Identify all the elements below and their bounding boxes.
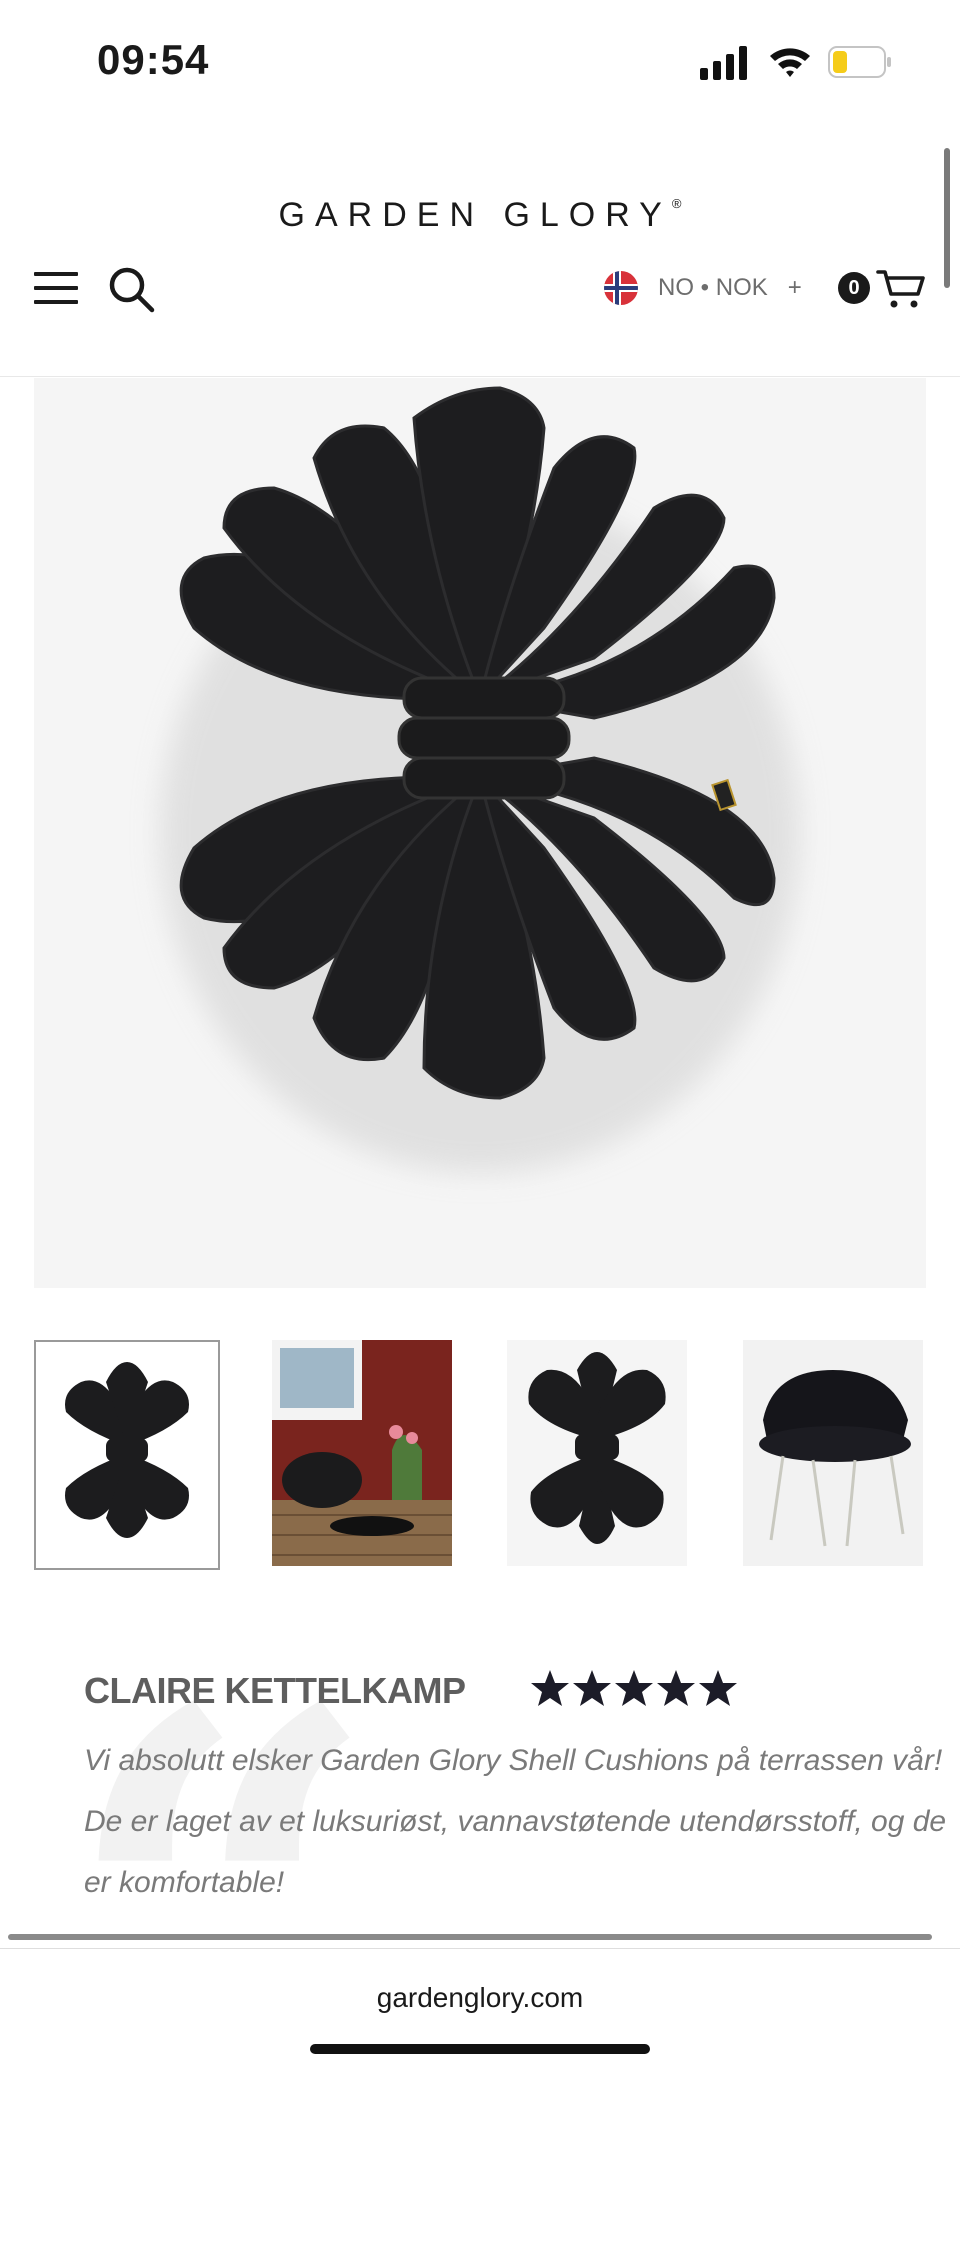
locale-label: NO • NOK [658, 274, 768, 301]
cart-count-badge: 0 [838, 272, 870, 304]
thumbnail-chair [743, 1340, 923, 1566]
locale-selector[interactable]: NO • NOK + [604, 268, 802, 308]
locale-expand-icon[interactable]: + [788, 274, 802, 302]
product-main-image[interactable] [34, 378, 926, 1288]
header-divider [0, 376, 960, 377]
status-time: 09:54 [97, 36, 210, 83]
star-icon [699, 1670, 737, 1706]
product-thumbnail-2[interactable] [272, 1340, 452, 1566]
norway-flag-icon [604, 271, 638, 305]
browser-url[interactable]: gardenglory.com [0, 1982, 960, 2014]
product-thumbnail-4[interactable] [743, 1340, 923, 1566]
quote-mark-icon: “ [60, 1591, 383, 2249]
product-thumbnail-3[interactable] [507, 1340, 687, 1566]
star-icon [615, 1670, 653, 1706]
star-icon [573, 1670, 611, 1706]
shell-cushion-illustration [160, 386, 800, 1173]
cellular-signal-icon [700, 46, 747, 80]
hamburger-icon[interactable] [32, 268, 80, 308]
search-icon[interactable] [106, 264, 156, 314]
cart-button[interactable]: 0 [838, 266, 960, 312]
review-rating [530, 1668, 738, 1708]
thumbnail-lifestyle-garden [272, 1340, 452, 1566]
battery-icon [828, 46, 891, 78]
thumbnail-cushion-front [65, 1362, 189, 1538]
review-text: Vi absolutt elsker Garden Glory Shell Cu… [84, 1744, 947, 1899]
review-carousel-scrollbar[interactable] [8, 1934, 932, 1940]
thumbnail-cushion-alt [528, 1352, 666, 1544]
brand-logo[interactable]: GARDEN GLORY® [0, 196, 960, 235]
star-icon [657, 1670, 695, 1706]
product-thumbnail-1[interactable] [34, 1340, 220, 1570]
star-icon [531, 1670, 569, 1706]
cart-icon [876, 270, 925, 308]
reviewer-name: CLAIRE KETTELKAMP [84, 1670, 466, 1711]
wifi-icon [770, 48, 810, 77]
home-indicator[interactable] [310, 2044, 650, 2054]
